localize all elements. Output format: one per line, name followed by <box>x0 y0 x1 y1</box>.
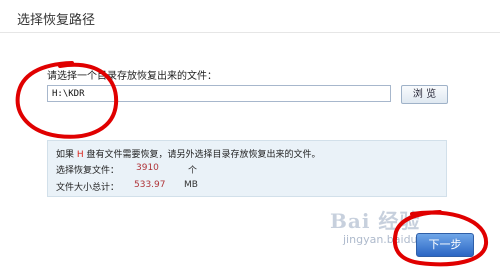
red-annotation-overlay <box>15 61 489 267</box>
annotation-circle-path <box>15 61 119 139</box>
annotation-circle-next <box>392 210 489 267</box>
